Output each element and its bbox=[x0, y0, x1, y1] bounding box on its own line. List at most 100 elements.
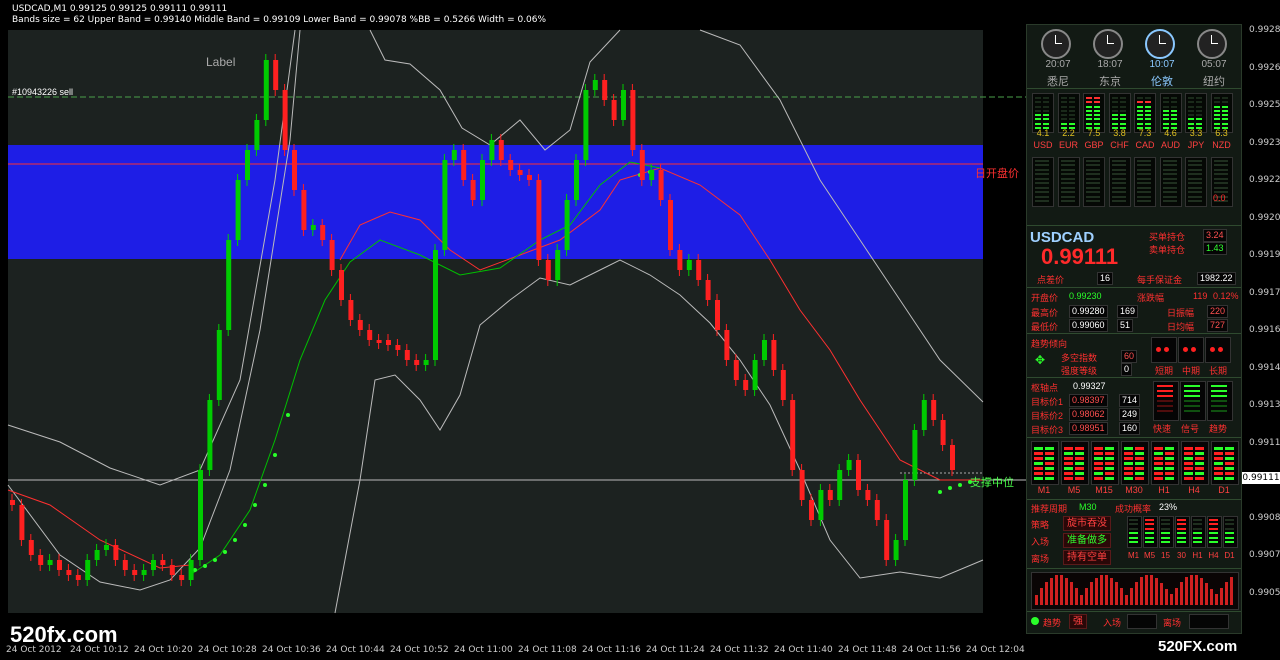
margin-label: 每手保证金 bbox=[1137, 275, 1183, 285]
currency-code: USD bbox=[1033, 140, 1053, 150]
meter-led bbox=[1161, 541, 1170, 543]
sar-dot bbox=[286, 413, 290, 417]
price-tick: 0.99055 bbox=[1249, 587, 1280, 598]
meter-led bbox=[1060, 191, 1075, 193]
exit-value[interactable]: 持有空单 bbox=[1063, 550, 1111, 565]
target1-label: 目标价1 bbox=[1031, 397, 1064, 407]
currency-code: NZD bbox=[1212, 140, 1231, 150]
sar-dot bbox=[203, 564, 207, 568]
target2-value: 0.98062 bbox=[1069, 408, 1108, 421]
meter-led bbox=[1068, 122, 1075, 125]
meter-led bbox=[1111, 195, 1126, 198]
candle-body bbox=[414, 360, 420, 365]
meter-led bbox=[1195, 467, 1204, 470]
candle-body bbox=[357, 320, 363, 330]
candle-body bbox=[921, 400, 927, 430]
strategy-label: 策略 bbox=[1031, 520, 1050, 530]
meter-led bbox=[1135, 452, 1144, 455]
meter-led bbox=[1177, 532, 1186, 534]
meter-led bbox=[1184, 390, 1200, 392]
pivot-value: 0.99327 bbox=[1073, 381, 1106, 391]
day-range-label: 日振幅 bbox=[1167, 308, 1195, 318]
meter-led bbox=[1086, 164, 1100, 166]
candle-body bbox=[263, 60, 269, 120]
high-diff: 169 bbox=[1117, 305, 1139, 318]
meter-led bbox=[1075, 462, 1084, 465]
histogram-bar bbox=[1195, 575, 1198, 605]
meter-led bbox=[1060, 101, 1067, 104]
meter-led bbox=[1137, 164, 1151, 166]
meter-led bbox=[1225, 523, 1234, 525]
meter-led bbox=[1214, 452, 1223, 455]
meter-led bbox=[1135, 467, 1144, 470]
meter-led bbox=[1184, 477, 1193, 480]
meter-led bbox=[1086, 177, 1100, 180]
candle-body bbox=[451, 150, 457, 160]
currency-code: CHF bbox=[1110, 140, 1129, 150]
sar-dot bbox=[243, 523, 247, 527]
meter-led bbox=[1165, 457, 1174, 460]
sar-dot bbox=[263, 483, 267, 487]
time-tick: 24 Oct 10:36 bbox=[262, 645, 321, 655]
candle-body bbox=[884, 520, 890, 560]
meter-led bbox=[1162, 114, 1169, 117]
meter-led bbox=[1188, 164, 1202, 166]
meter-led bbox=[1162, 177, 1177, 180]
meter-led bbox=[1188, 177, 1202, 180]
meter-led bbox=[1129, 541, 1138, 543]
meter-led bbox=[1043, 96, 1049, 99]
meter-led bbox=[1188, 118, 1194, 121]
meter-led bbox=[1094, 105, 1100, 108]
meter-led bbox=[1035, 96, 1041, 99]
meter-led bbox=[1124, 457, 1133, 460]
entry-value[interactable]: 准备做多 bbox=[1063, 533, 1111, 548]
meter-led bbox=[1211, 400, 1227, 402]
meter-led bbox=[1045, 467, 1054, 470]
meter-led bbox=[1170, 114, 1177, 117]
meter-led bbox=[1086, 101, 1092, 104]
price-tick: 0.99265 bbox=[1249, 62, 1280, 73]
high-value: 0.99280 bbox=[1069, 305, 1108, 318]
mini-label: 30 bbox=[1177, 551, 1186, 560]
candle-body bbox=[818, 490, 824, 520]
candle-body bbox=[940, 420, 946, 445]
meter-led bbox=[1162, 118, 1169, 121]
signal-label: 趋势 bbox=[1043, 618, 1062, 628]
meter-led bbox=[1086, 200, 1100, 202]
candle-body bbox=[66, 570, 72, 575]
meter-led bbox=[1060, 122, 1067, 125]
clock-time: 20:07 bbox=[1045, 59, 1071, 70]
meter-led bbox=[1195, 477, 1204, 480]
strategy-value[interactable]: 旋市吞没 bbox=[1063, 516, 1111, 531]
meter-led bbox=[1213, 101, 1220, 104]
meter-led bbox=[1034, 457, 1043, 460]
meter-led bbox=[1086, 114, 1092, 117]
light-dot-icon bbox=[1156, 347, 1161, 352]
meter-led bbox=[1035, 195, 1049, 198]
candle-body bbox=[668, 200, 673, 250]
histogram-bar bbox=[1230, 577, 1233, 605]
meter-led bbox=[1213, 177, 1228, 180]
meter-led bbox=[1145, 523, 1154, 525]
pivot-title: 枢轴点 bbox=[1031, 383, 1059, 393]
meter-led bbox=[1124, 462, 1133, 465]
candle-body bbox=[273, 60, 279, 90]
candle-body bbox=[743, 380, 749, 390]
meter-led bbox=[1068, 101, 1075, 104]
meter-led bbox=[1213, 105, 1220, 108]
currency-value: 4.1 bbox=[1036, 128, 1050, 138]
meter-led bbox=[1111, 200, 1126, 202]
histogram-bar bbox=[1040, 588, 1043, 605]
meter-led bbox=[1221, 122, 1228, 125]
sell-label: 卖单持仓 bbox=[1149, 245, 1186, 255]
meter-led bbox=[1075, 477, 1084, 480]
meter-led bbox=[1225, 527, 1234, 530]
chart-label: Label bbox=[206, 55, 236, 69]
meter-led bbox=[1075, 467, 1084, 470]
histogram-bar bbox=[1050, 578, 1053, 605]
currency-value: 6.3 bbox=[1215, 128, 1228, 138]
candle-body bbox=[122, 560, 128, 570]
meter-led bbox=[1196, 96, 1202, 99]
meter-led bbox=[1111, 159, 1126, 162]
meter-led bbox=[1213, 173, 1228, 175]
